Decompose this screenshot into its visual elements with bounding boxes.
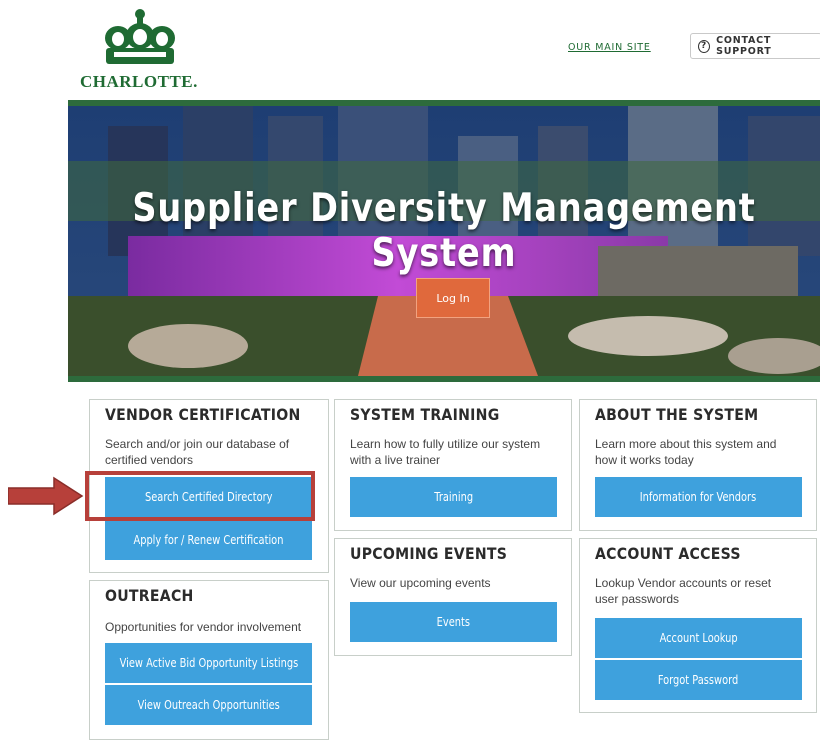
main-site-link[interactable]: OUR MAIN SITE	[568, 42, 651, 53]
training-button[interactable]: Training	[350, 477, 557, 517]
information-for-vendors-button[interactable]: Information for Vendors	[595, 477, 802, 517]
crown-icon	[105, 9, 175, 64]
arrow-icon	[8, 476, 84, 516]
contact-support-label: CONTACT SUPPORT	[716, 35, 772, 57]
logo-wordmark: CHARLOTTE.	[80, 72, 198, 91]
button-label: Apply for / Renew Certification	[133, 533, 284, 547]
button-label: Information for Vendors	[640, 490, 757, 504]
account-lookup-button[interactable]: Account Lookup	[595, 618, 802, 658]
view-outreach-opportunities-button[interactable]: View Outreach Opportunities	[105, 685, 312, 725]
forgot-password-button[interactable]: Forgot Password	[595, 660, 802, 700]
highlight-box	[85, 471, 315, 521]
button-label: Training	[434, 490, 473, 504]
hero-banner: Supplier Diversity Management System Log…	[68, 100, 820, 382]
card-description: Lookup Vendor accounts or reset user pas…	[595, 576, 772, 606]
charlotte-logo[interactable]: CHARLOTTE.	[80, 8, 200, 91]
upcoming-events-card: UPCOMING EVENTS View our upcoming events…	[334, 538, 572, 656]
view-active-bid-opportunity-listings-button[interactable]: View Active Bid Opportunity Listings	[105, 643, 312, 683]
system-training-card: SYSTEM TRAINING Learn how to fully utili…	[334, 399, 572, 531]
card-description: Learn how to fully utilize our system wi…	[350, 437, 541, 467]
account-access-card: ACCOUNT ACCESS Lookup Vendor accounts or…	[579, 538, 817, 713]
outreach-card: OUTREACH Opportunities for vendor involv…	[89, 580, 329, 740]
card-description: Opportunities for vendor involvement	[105, 620, 302, 634]
card-description: Learn more about this system and how it …	[595, 437, 777, 467]
button-label: Account Lookup	[659, 631, 738, 645]
card-title: VENDOR CERTIFICATION	[105, 405, 301, 424]
button-label: View Active Bid Opportunity Listings	[119, 656, 298, 670]
card-description: Search and/or join our database of certi…	[105, 437, 290, 467]
button-label: Forgot Password	[658, 673, 739, 687]
card-title: UPCOMING EVENTS	[350, 544, 508, 563]
button-label: Events	[436, 615, 471, 629]
card-description: View our upcoming events	[350, 576, 491, 590]
card-title: SYSTEM TRAINING	[350, 405, 500, 424]
card-title: OUTREACH	[105, 586, 194, 605]
about-system-card: ABOUT THE SYSTEM Learn more about this s…	[579, 399, 817, 531]
events-button[interactable]: Events	[350, 602, 557, 642]
button-label: View Outreach Opportunities	[137, 698, 280, 712]
card-title: ACCOUNT ACCESS	[595, 544, 741, 563]
question-icon: ?	[698, 39, 711, 53]
apply-renew-certification-button[interactable]: Apply for / Renew Certification	[105, 520, 312, 560]
card-title: ABOUT THE SYSTEM	[595, 405, 759, 424]
hero-title: Supplier Diversity Management System	[132, 186, 756, 276]
contact-support-button[interactable]: ? CONTACT SUPPORT	[690, 33, 820, 59]
login-button[interactable]: Log In	[416, 278, 490, 318]
